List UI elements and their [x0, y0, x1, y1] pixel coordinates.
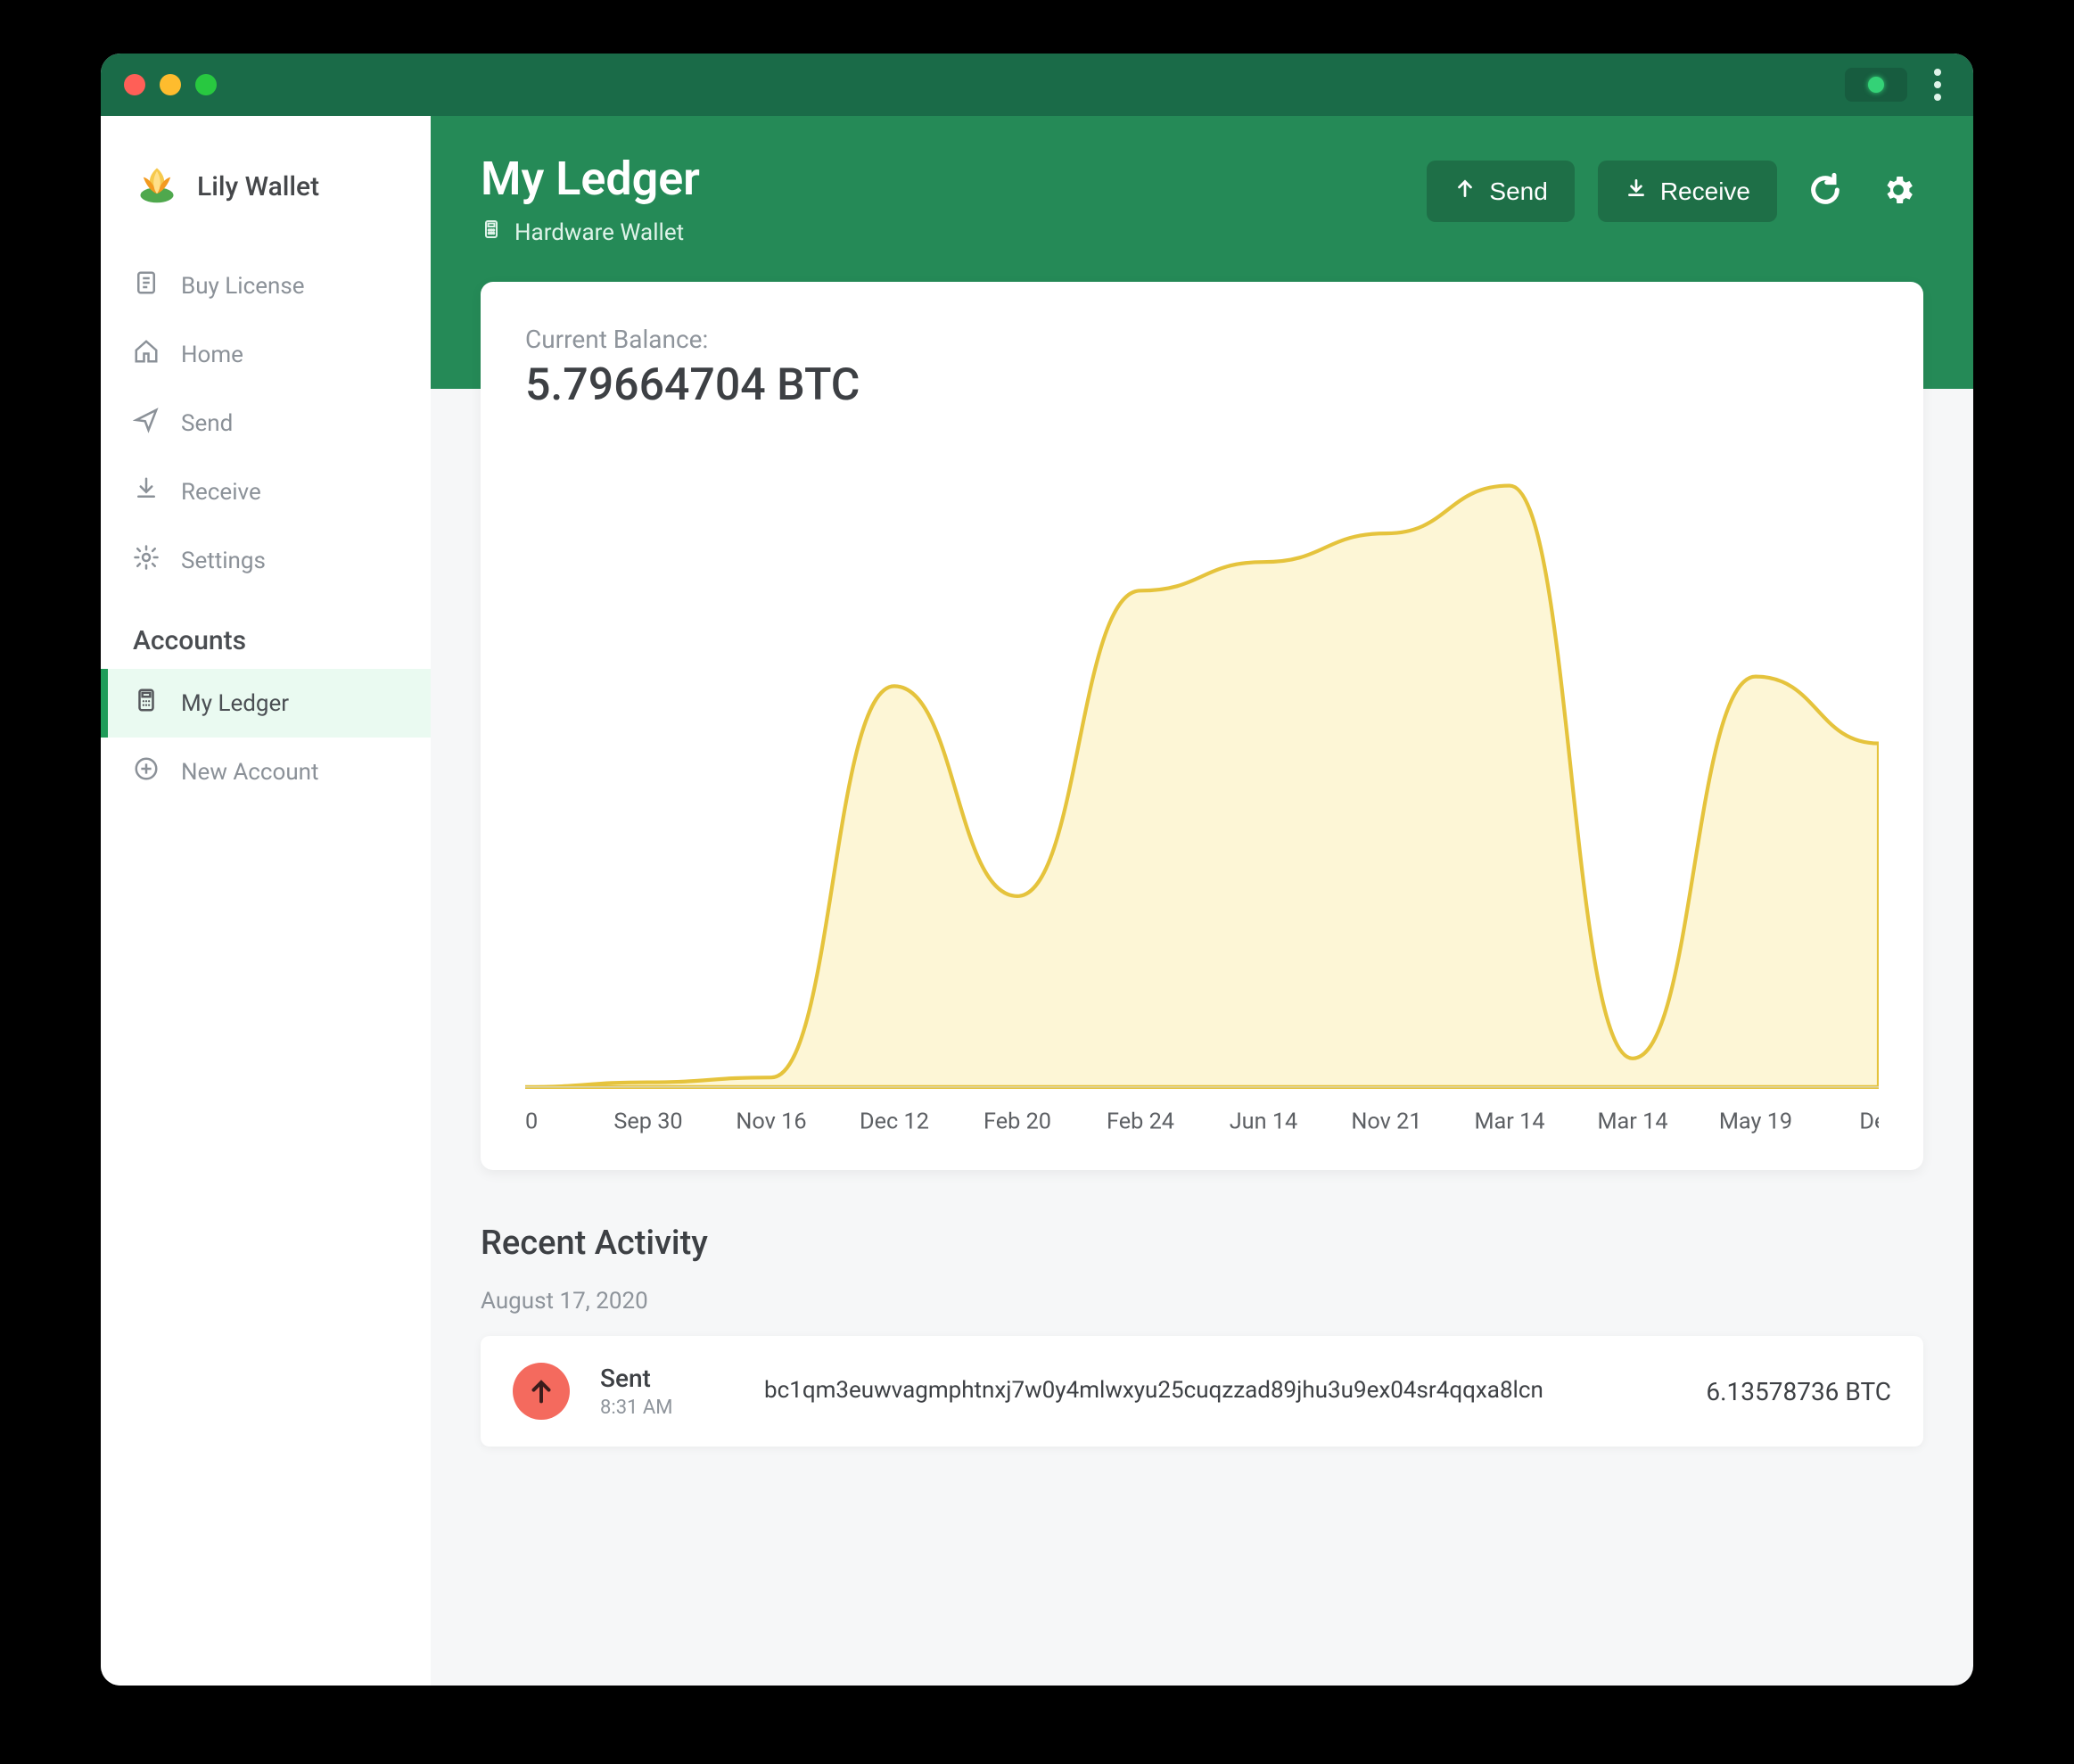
download-icon [1625, 177, 1648, 206]
balance-value: 5.79664704 BTC [525, 359, 1879, 411]
menu-button[interactable] [1925, 63, 1950, 106]
x-axis-tick: 30 [525, 1109, 538, 1134]
activity-time: 8:31 AM [600, 1397, 734, 1419]
refresh-icon [1807, 172, 1843, 210]
x-axis-tick: Nov 21 [1351, 1109, 1421, 1134]
x-axis-tick: Sep 30 [613, 1109, 682, 1134]
lily-logo-icon [133, 161, 181, 212]
page-subtitle: Hardware Wallet [481, 218, 700, 246]
traffic-lights [124, 74, 217, 95]
subtitle-text: Hardware Wallet [514, 219, 684, 246]
receive-icon [133, 475, 160, 508]
calculator-icon [133, 687, 160, 720]
sidebar-item-label: Home [181, 342, 243, 368]
sidebar-item-label: Settings [181, 548, 266, 574]
sidebar-item-label: Receive [181, 479, 261, 506]
window-close-button[interactable] [124, 74, 145, 95]
send-icon [133, 407, 160, 440]
titlebar [101, 54, 1973, 116]
receive-button-label: Receive [1660, 177, 1750, 206]
window-minimize-button[interactable] [160, 74, 181, 95]
page-title: My Ledger [481, 152, 700, 206]
send-button-label: Send [1489, 177, 1547, 206]
sidebar-item-home[interactable]: Home [101, 320, 431, 389]
x-axis-tick: Jun 14 [1230, 1109, 1298, 1134]
home-icon [133, 338, 160, 371]
sidebar: Lily Wallet Buy License Home Send [101, 116, 431, 1686]
sent-icon [513, 1363, 570, 1420]
connection-status[interactable] [1845, 68, 1907, 102]
x-axis-tick: Feb 24 [1107, 1109, 1174, 1134]
activity-amount: 6.13578736 BTC [1706, 1377, 1891, 1406]
activity-date: August 17, 2020 [481, 1288, 1923, 1315]
sidebar-item-label: Buy License [181, 273, 305, 300]
accounts-heading: Accounts [101, 595, 431, 669]
x-axis-tick: Mar 14 [1474, 1109, 1544, 1134]
license-icon [133, 269, 160, 302]
sidebar-new-account[interactable]: New Account [101, 738, 431, 806]
x-axis-tick: Feb 20 [984, 1109, 1051, 1134]
sidebar-item-settings[interactable]: Settings [101, 526, 431, 595]
refresh-button[interactable] [1800, 167, 1850, 217]
activity-row[interactable]: Sent 8:31 AM bc1qm3euwvagmphtnxj7w0y4mlw… [481, 1336, 1923, 1447]
status-dot-icon [1868, 77, 1884, 93]
activity-direction: Sent [600, 1364, 734, 1393]
x-axis-tick: Dec [1859, 1109, 1879, 1134]
balance-chart: 30 Sep 30 Nov 16 Dec 12 Feb 20 Feb 24 Jun 14 No… [525, 429, 1879, 1143]
account-label: My Ledger [181, 690, 289, 717]
balance-card: Current Balance: 5.79664704 BTC 30 Sep 30… [481, 282, 1923, 1170]
receive-button[interactable]: Receive [1598, 161, 1777, 222]
window-maximize-button[interactable] [195, 74, 217, 95]
calculator-icon [481, 218, 502, 246]
activity-address: bc1qm3euwvagmphtnxj7w0y4mlwxyu25cuqzzad8… [764, 1374, 1675, 1408]
new-account-label: New Account [181, 759, 319, 786]
sidebar-account-my-ledger[interactable]: My Ledger [101, 669, 431, 738]
main-panel: My Ledger Hardware Wallet Send [431, 116, 1973, 1686]
arrow-up-icon [1453, 177, 1477, 206]
sidebar-item-label: Send [181, 410, 233, 437]
recent-activity-heading: Recent Activity [481, 1224, 1923, 1263]
brand[interactable]: Lily Wallet [101, 161, 431, 251]
x-axis-tick: Nov 16 [736, 1109, 806, 1134]
x-axis-tick: May 19 [1719, 1109, 1792, 1134]
settings-button[interactable] [1873, 167, 1923, 217]
sidebar-item-buy-license[interactable]: Buy License [101, 251, 431, 320]
sidebar-item-receive[interactable]: Receive [101, 457, 431, 526]
brand-label: Lily Wallet [197, 171, 319, 202]
x-axis-tick: Dec 12 [860, 1109, 929, 1134]
send-button[interactable]: Send [1427, 161, 1574, 222]
x-axis-tick: Mar 14 [1597, 1109, 1667, 1134]
gear-icon [133, 544, 160, 577]
plus-circle-icon [133, 755, 160, 788]
balance-label: Current Balance: [525, 325, 1879, 354]
app-window: Lily Wallet Buy License Home Send [101, 54, 1973, 1686]
gear-icon [1881, 172, 1916, 210]
sidebar-item-send[interactable]: Send [101, 389, 431, 457]
